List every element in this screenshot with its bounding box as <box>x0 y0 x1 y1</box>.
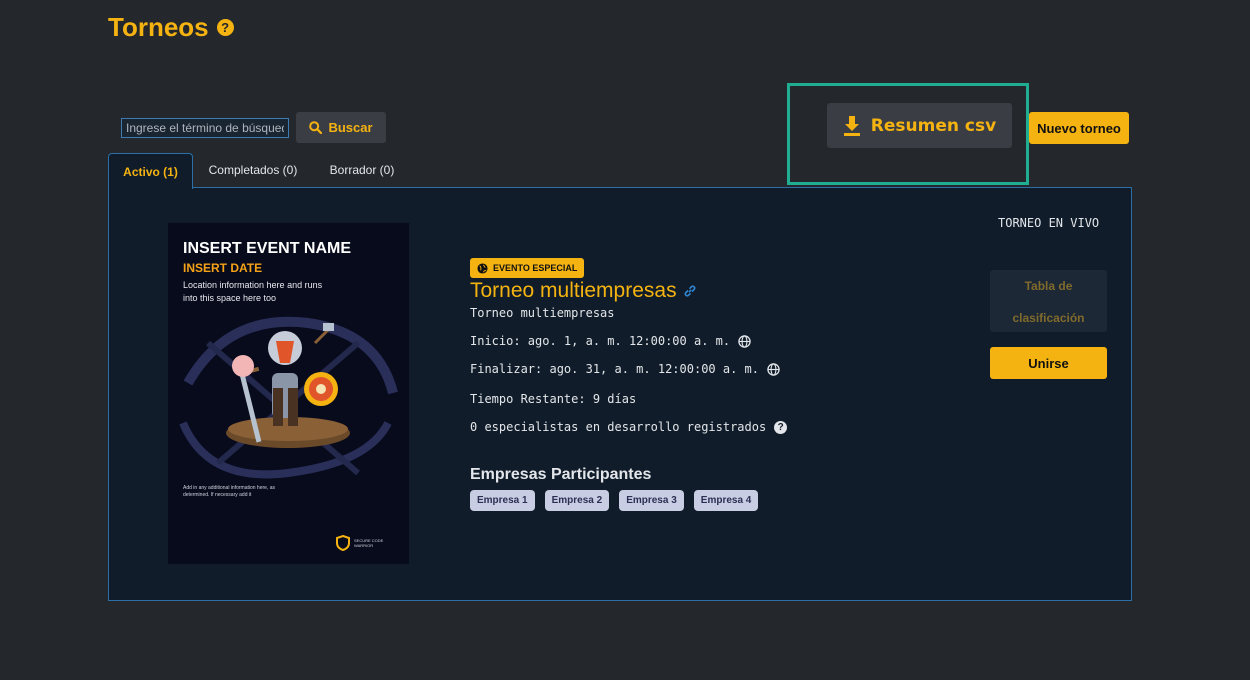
search-icon <box>309 121 323 134</box>
tournament-title-text: Torneo multiempresas <box>470 279 677 302</box>
leaderboard-button[interactable]: Tabla de clasificación <box>990 270 1107 332</box>
csv-summary-label: Resumen csv <box>870 115 997 136</box>
company-chip: Empresa 1 <box>470 490 535 511</box>
tournament-description: Torneo multiempresas <box>470 306 615 320</box>
companies-title: Empresas Participantes <box>470 466 652 483</box>
start-date-text: Inicio: ago. 1, a. m. 12:00:00 a. m. <box>470 334 731 348</box>
leaderboard-label-line2: clasificación <box>1012 311 1085 325</box>
tab-completed[interactable]: Completados (0) <box>198 153 308 187</box>
poster-logo-text: SECURE CODE WARRIOR <box>354 538 384 548</box>
page-title-text: Torneos <box>108 12 209 42</box>
new-tournament-button[interactable]: Nuevo torneo <box>1029 112 1129 144</box>
end-date-text: Finalizar: ago. 31, a. m. 12:00:00 a. m. <box>470 362 759 376</box>
poster-logo: SECURE CODE WARRIOR <box>336 535 394 551</box>
search-button-label: Buscar <box>328 120 373 135</box>
company-chip: Empresa 2 <box>544 490 610 511</box>
warrior-illustration <box>179 316 398 479</box>
end-date-row: Finalizar: ago. 31, a. m. 12:00:00 a. m. <box>470 362 780 376</box>
tournament-title: Torneo multiempresas <box>470 279 697 303</box>
tournament-poster: INSERT EVENT NAME INSERT DATE Location i… <box>168 223 409 564</box>
registered-row: 0 especialistas en desarrollo registrado… <box>470 420 788 434</box>
special-event-badge: EVENTO ESPECIAL <box>470 258 585 278</box>
help-icon[interactable]: ? <box>216 19 234 36</box>
globe-icon[interactable] <box>767 362 780 376</box>
search-button[interactable]: Buscar <box>296 112 386 143</box>
registered-text: 0 especialistas en desarrollo registrado… <box>470 420 767 434</box>
company-chip: Empresa 3 <box>619 490 684 511</box>
tab-active[interactable]: Activo (1) <box>108 153 193 189</box>
company-chip: Empresa 4 <box>693 490 759 511</box>
start-date-row: Inicio: ago. 1, a. m. 12:00:00 a. m. <box>470 334 751 348</box>
globe-badge-icon <box>477 262 488 274</box>
shield-logo-icon <box>336 535 350 551</box>
globe-icon[interactable] <box>738 334 751 348</box>
help-circle-icon[interactable]: ? <box>774 420 788 434</box>
csv-summary-button[interactable]: Resumen csv <box>827 103 1012 148</box>
special-event-label: EVENTO ESPECIAL <box>493 263 578 273</box>
page-title: Torneos ? <box>108 12 234 43</box>
search-input[interactable] <box>121 118 289 138</box>
tab-draft[interactable]: Borrador (0) <box>318 153 406 187</box>
leaderboard-label-line1: Tabla de <box>1024 279 1073 293</box>
time-remaining: Tiempo Restante: 9 días <box>470 392 637 406</box>
join-button[interactable]: Unirse <box>990 347 1107 379</box>
live-tournament-label: TORNEO EN VIVO <box>998 216 1100 230</box>
link-icon[interactable] <box>683 284 697 298</box>
download-icon <box>843 115 860 136</box>
poster-footer: Add in any additional information here, … <box>183 485 276 498</box>
companies-list: Empresa 1 Empresa 2 Empresa 3 Empresa 4 <box>470 490 759 511</box>
